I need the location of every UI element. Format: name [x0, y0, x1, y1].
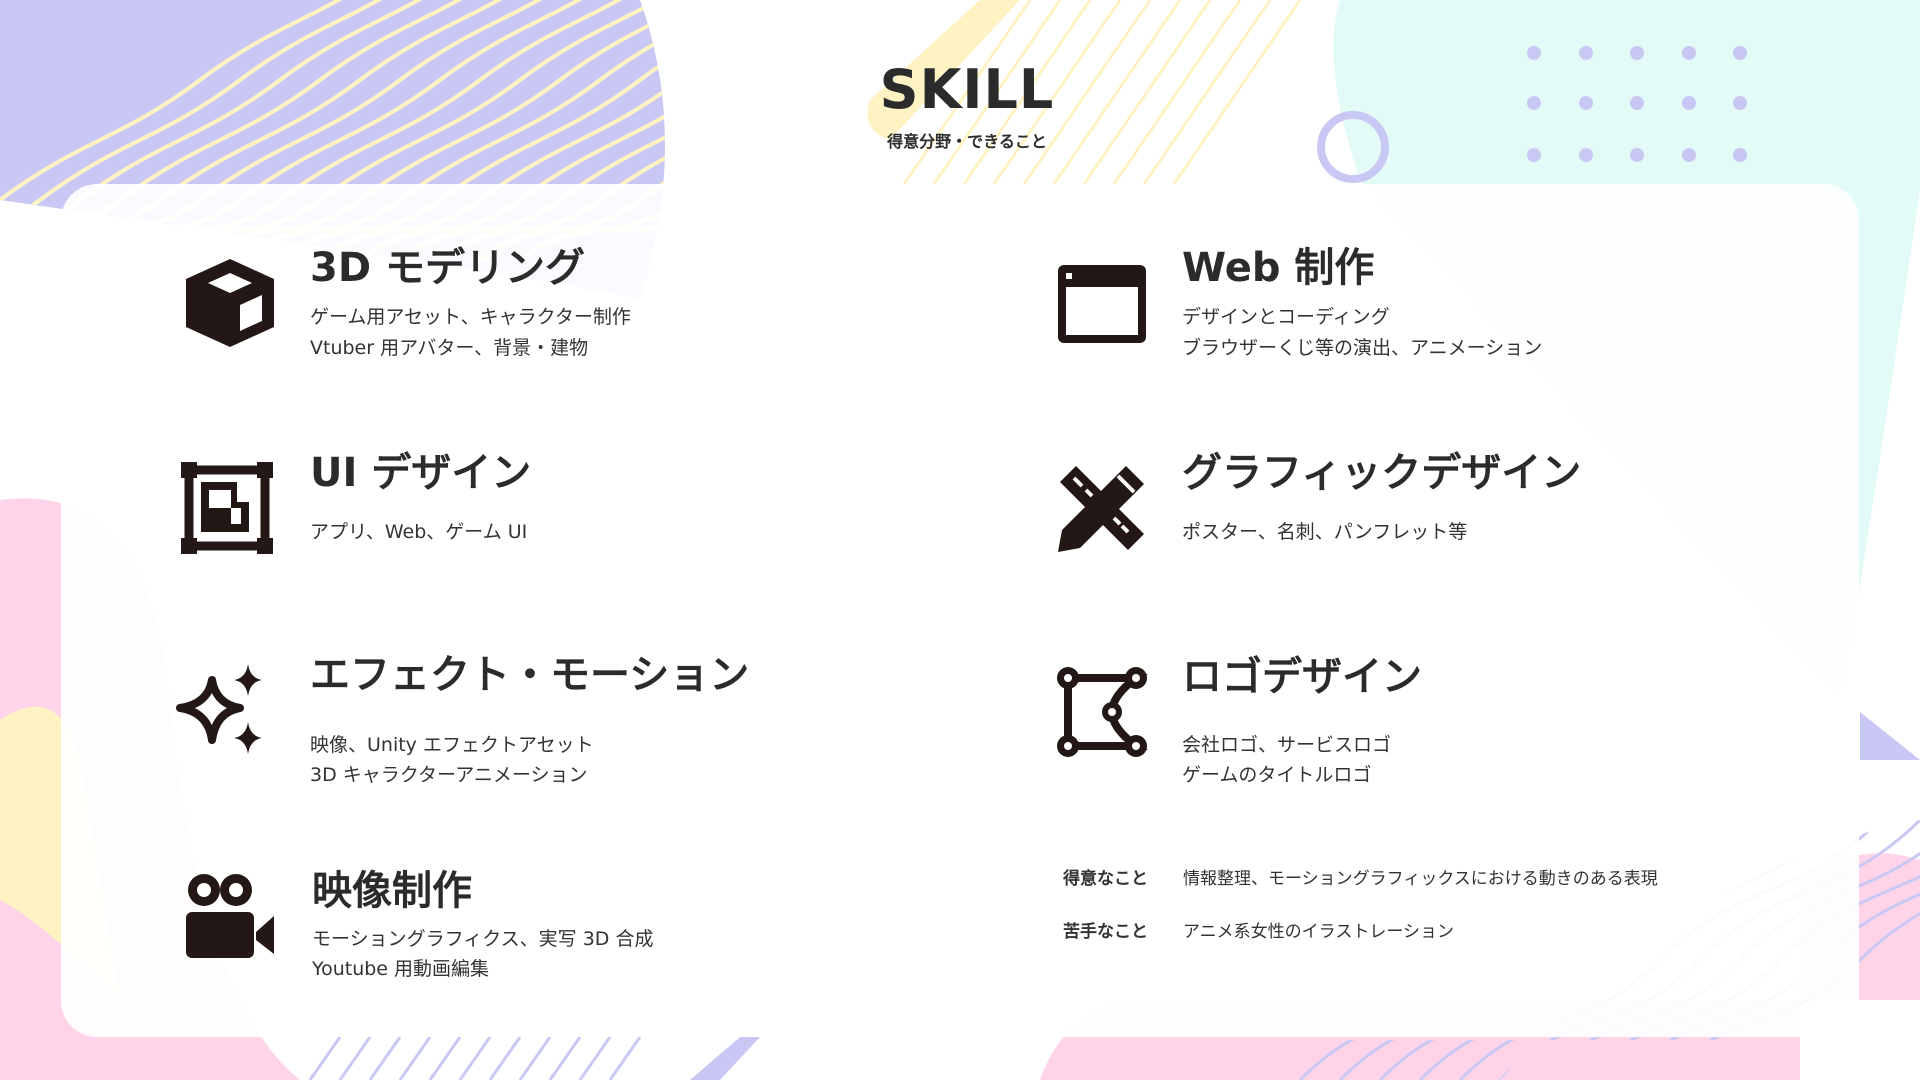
skill-description: デザインとコーディング [1182, 306, 1390, 328]
browser-window-icon [1058, 265, 1146, 343]
skill-description: アプリ、Web、ゲーム UI [310, 521, 528, 543]
weakness-value: アニメ系女性のイラストレーション [1183, 922, 1454, 942]
page-subtitle: 得意分野・できること [887, 132, 1047, 151]
cube-icon [186, 259, 274, 347]
skill-description: Vtuber 用アバター、背景・建物 [310, 337, 589, 359]
skill-description: 映像、Unity エフェクトアセット [310, 734, 594, 756]
skill-title: Web 制作 [1182, 245, 1375, 291]
page-title: SKILL [879, 58, 1055, 121]
sparkles-icon [176, 664, 262, 754]
skill-description: 3D キャラクターアニメーション [310, 764, 588, 786]
vector-path-icon [1057, 667, 1148, 757]
strength-label: 得意なこと [1063, 869, 1148, 889]
ui-layout-icon [181, 462, 273, 554]
skill-title: エフェクト・モーション [310, 652, 750, 698]
skill-title: 3D モデリング [310, 245, 585, 291]
weakness-label: 苦手なこと [1063, 922, 1148, 942]
skill-description: Youtube 用動画編集 [312, 958, 490, 980]
skill-description: ゲームのタイトルロゴ [1182, 764, 1372, 786]
skill-description: ゲーム用アセット、キャラクター制作 [310, 306, 631, 328]
skill-title: ロゴデザイン [1182, 654, 1422, 700]
video-camera-icon [186, 874, 274, 958]
skill-title: UI デザイン [310, 450, 532, 496]
skill-description: ブラウザーくじ等の演出、アニメーション [1182, 337, 1543, 359]
skill-description: モーショングラフィクス、実写 3D 合成 [312, 928, 654, 950]
skill-description: 会社ロゴ、サービスロゴ [1182, 734, 1392, 756]
strength-value: 情報整理、モーショングラフィックスにおける動きのある表現 [1183, 869, 1658, 889]
skill-title: 映像制作 [312, 868, 472, 914]
skill-title: グラフィックデザイン [1182, 450, 1582, 496]
pencil-ruler-icon [1058, 466, 1144, 552]
skill-description: ポスター、名刺、パンフレット等 [1182, 521, 1468, 543]
